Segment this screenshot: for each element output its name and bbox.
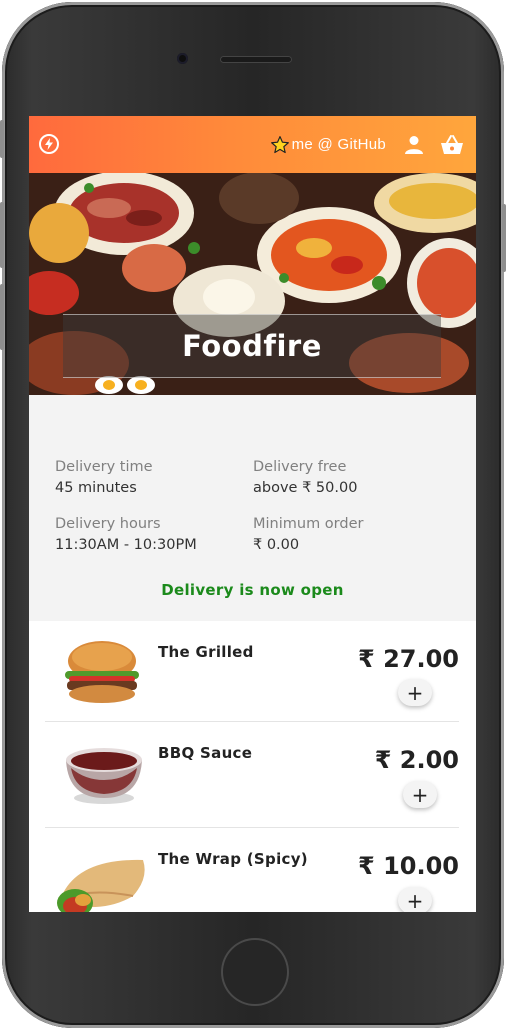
minimum-order-block: Minimum order ₹ 0.00 (253, 516, 363, 553)
burger-image (65, 641, 139, 703)
item-name: The Wrap (Spicy) (158, 850, 308, 868)
github-link[interactable]: me @ GitHub (270, 135, 386, 155)
item-price: ₹ 10.00 (358, 852, 459, 880)
add-to-cart-button[interactable]: + (403, 781, 437, 808)
app-screen: me @ GitHub Foodfire Delivery time 45 mi… (29, 116, 476, 912)
item-price: ₹ 27.00 (358, 645, 459, 673)
list-item: The Wrap (Spicy) ₹ 10.00 + (45, 828, 459, 912)
front-camera (177, 53, 188, 64)
header-nav: me @ GitHub (270, 116, 464, 173)
delivery-free-block: Delivery free above ₹ 50.00 (253, 459, 357, 496)
delivery-free-label: Delivery free (253, 459, 347, 475)
delivery-hours-block: Delivery hours 11:30AM - 10:30PM (55, 516, 197, 553)
earpiece-speaker (220, 56, 292, 63)
item-name: BBQ Sauce (158, 744, 253, 762)
plus-icon: + (406, 680, 424, 705)
delivery-hours-label: Delivery hours (55, 516, 161, 532)
github-link-label: me @ GitHub (291, 136, 386, 153)
basket-icon[interactable] (440, 134, 464, 156)
delivery-time-label: Delivery time (55, 459, 153, 475)
delivery-free-value: above ₹ 50.00 (253, 480, 358, 496)
list-item: BBQ Sauce ₹ 2.00 + (45, 722, 459, 827)
user-icon[interactable] (404, 135, 424, 155)
volume-down-button (0, 284, 4, 350)
delivery-hours-value: 11:30AM - 10:30PM (55, 537, 197, 553)
item-price: ₹ 2.00 (374, 746, 459, 774)
minimum-order-label: Minimum order (253, 516, 364, 532)
app-header: me @ GitHub (29, 116, 476, 173)
add-to-cart-button[interactable]: + (398, 679, 432, 706)
delivery-time-block: Delivery time 45 minutes (55, 459, 153, 496)
minimum-order-value: ₹ 0.00 (253, 537, 300, 553)
plus-icon: + (406, 888, 424, 913)
delivery-info-panel: Delivery time 45 minutes Delivery free a… (29, 395, 476, 621)
hero-title-box: Foodfire (63, 314, 441, 378)
delivery-time-value: 45 minutes (55, 480, 137, 496)
home-button[interactable] (221, 938, 289, 1006)
star-icon (270, 135, 289, 153)
hero-banner: Foodfire (29, 173, 476, 395)
mute-switch (0, 120, 4, 158)
power-button (502, 204, 506, 272)
item-name: The Grilled (158, 643, 254, 661)
plus-icon: + (411, 782, 429, 807)
bbq-sauce-image (66, 748, 142, 804)
bolt-logo-icon[interactable] (39, 134, 59, 154)
list-item: The Grilled ₹ 27.00 + (45, 621, 459, 721)
volume-up-button (0, 202, 4, 268)
add-to-cart-button[interactable]: + (398, 887, 432, 912)
wrap-image (57, 859, 145, 912)
delivery-status: Delivery is now open (161, 581, 344, 599)
restaurant-title: Foodfire (182, 329, 322, 363)
